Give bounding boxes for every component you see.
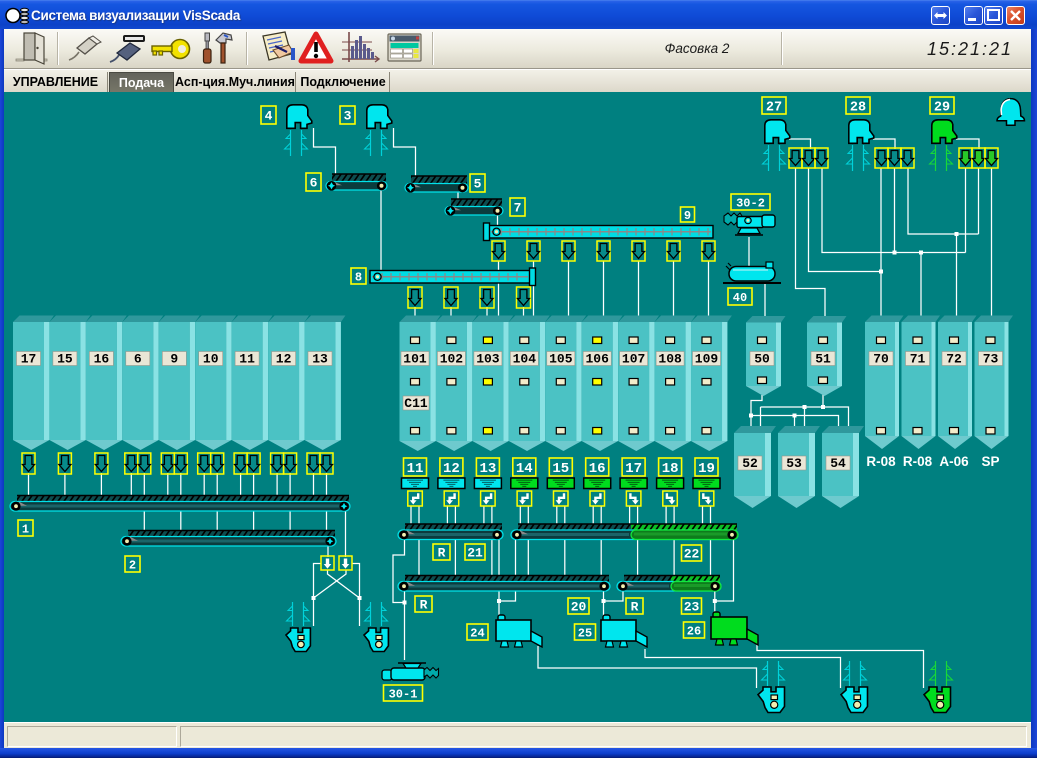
svg-text:52: 52 bbox=[742, 456, 758, 471]
svg-text:9: 9 bbox=[170, 352, 178, 367]
svg-text:14: 14 bbox=[516, 461, 533, 477]
svg-text:3: 3 bbox=[344, 109, 352, 124]
svg-text:72: 72 bbox=[946, 352, 962, 367]
svg-text:28: 28 bbox=[850, 100, 866, 115]
svg-text:109: 109 bbox=[695, 352, 719, 367]
svg-text:7: 7 bbox=[514, 201, 522, 216]
svg-text:16: 16 bbox=[94, 352, 110, 367]
svg-text:16: 16 bbox=[589, 461, 606, 477]
svg-text:R-08: R-08 bbox=[866, 454, 896, 469]
svg-text:4: 4 bbox=[265, 109, 273, 124]
svg-text:12: 12 bbox=[276, 352, 292, 367]
svg-text:1: 1 bbox=[22, 522, 29, 536]
svg-text:26: 26 bbox=[687, 624, 701, 638]
svg-text:21: 21 bbox=[467, 546, 483, 561]
svg-text:13: 13 bbox=[312, 352, 328, 367]
svg-text:12: 12 bbox=[443, 461, 460, 477]
svg-text:40: 40 bbox=[733, 291, 747, 305]
svg-text:2: 2 bbox=[129, 558, 136, 572]
svg-text:71: 71 bbox=[910, 352, 926, 367]
svg-text:15: 15 bbox=[57, 352, 73, 367]
svg-text:107: 107 bbox=[622, 352, 645, 367]
svg-text:9: 9 bbox=[684, 209, 691, 223]
svg-text:13: 13 bbox=[479, 461, 496, 477]
svg-text:30-1: 30-1 bbox=[389, 687, 418, 701]
svg-text:101: 101 bbox=[403, 352, 427, 367]
svg-text:50: 50 bbox=[754, 352, 770, 367]
svg-text:10: 10 bbox=[203, 352, 219, 367]
svg-text:102: 102 bbox=[440, 352, 464, 367]
svg-text:105: 105 bbox=[549, 352, 573, 367]
svg-text:A-06: A-06 bbox=[939, 454, 969, 469]
svg-text:53: 53 bbox=[786, 456, 802, 471]
svg-text:5: 5 bbox=[474, 177, 482, 192]
svg-text:108: 108 bbox=[658, 352, 682, 367]
svg-text:17: 17 bbox=[625, 461, 642, 477]
svg-text:20: 20 bbox=[571, 600, 587, 615]
svg-text:C11: C11 bbox=[404, 396, 428, 411]
svg-text:18: 18 bbox=[662, 461, 679, 477]
svg-text:19: 19 bbox=[698, 461, 715, 477]
svg-text:15: 15 bbox=[552, 461, 569, 477]
svg-text:29: 29 bbox=[934, 100, 950, 115]
svg-text:17: 17 bbox=[21, 352, 37, 367]
svg-text:103: 103 bbox=[476, 352, 500, 367]
svg-text:11: 11 bbox=[407, 461, 424, 477]
svg-text:6: 6 bbox=[134, 352, 142, 367]
svg-text:54: 54 bbox=[830, 456, 846, 471]
svg-text:73: 73 bbox=[983, 352, 999, 367]
svg-text:R: R bbox=[438, 546, 446, 561]
svg-text:R: R bbox=[420, 598, 428, 613]
svg-text:51: 51 bbox=[815, 352, 831, 367]
svg-text:27: 27 bbox=[766, 100, 782, 115]
svg-text:6: 6 bbox=[310, 176, 318, 191]
svg-text:106: 106 bbox=[585, 352, 609, 367]
svg-text:23: 23 bbox=[684, 600, 700, 615]
svg-text:8: 8 bbox=[355, 270, 362, 284]
svg-text:R: R bbox=[631, 600, 639, 615]
svg-text:R-08: R-08 bbox=[903, 454, 933, 469]
svg-text:11: 11 bbox=[239, 352, 255, 367]
svg-text:24: 24 bbox=[470, 626, 484, 640]
svg-text:70: 70 bbox=[873, 352, 889, 367]
svg-text:25: 25 bbox=[578, 626, 592, 640]
svg-text:30-2: 30-2 bbox=[736, 196, 765, 210]
svg-text:SP: SP bbox=[981, 454, 999, 469]
svg-text:22: 22 bbox=[684, 547, 700, 562]
svg-text:104: 104 bbox=[513, 352, 537, 367]
